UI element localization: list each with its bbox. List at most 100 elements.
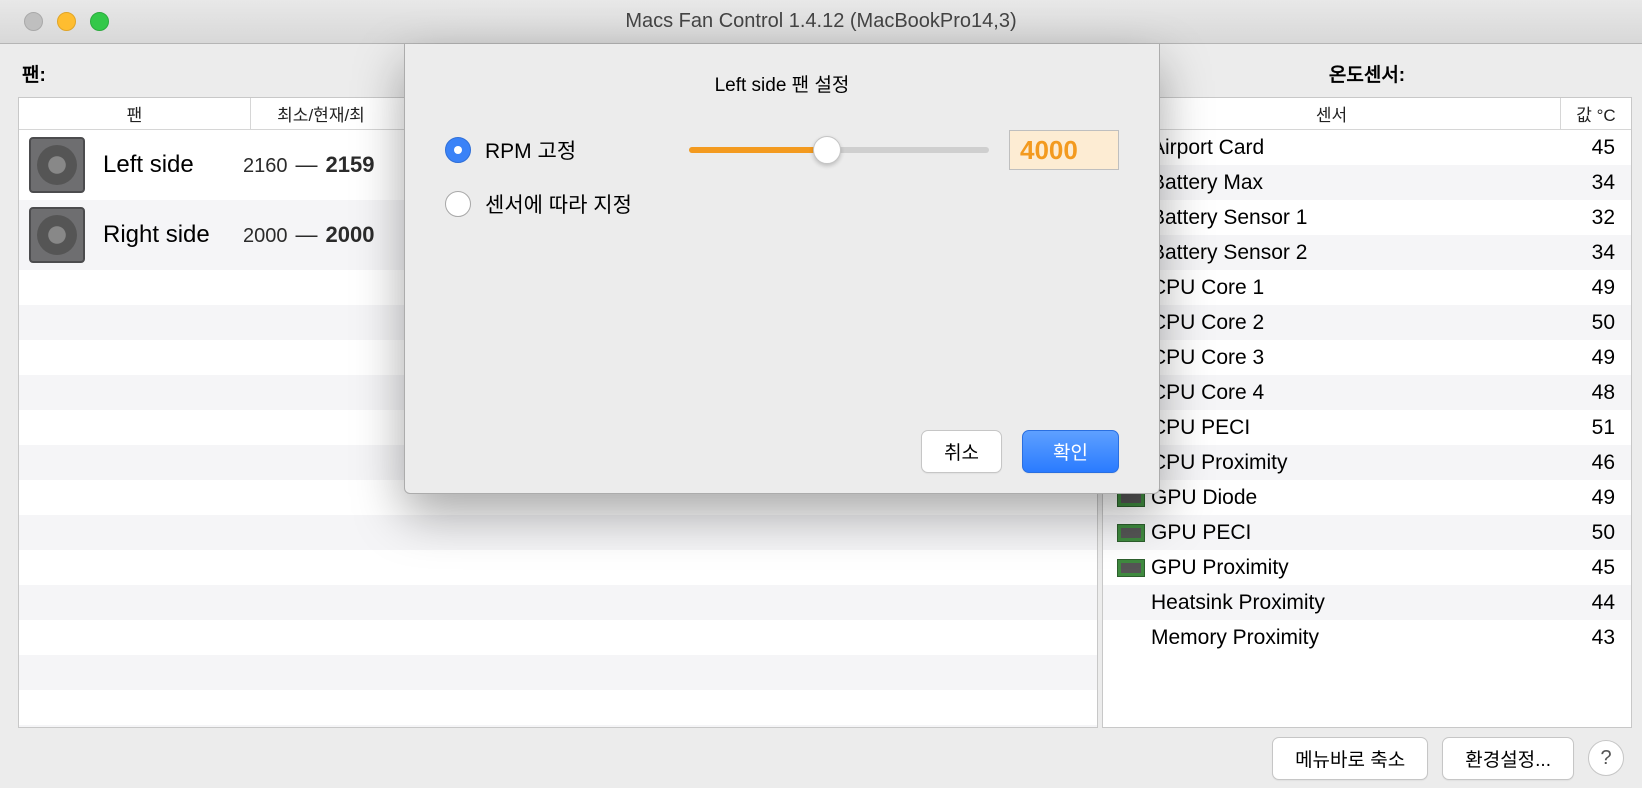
sensor-row[interactable]: CPU Core 250 (1103, 305, 1631, 340)
sensor-value: 44 (1561, 591, 1621, 615)
dialog-footer: 취소 확인 (445, 430, 1119, 473)
empty-row (19, 620, 1097, 655)
sensor-based-radio[interactable] (445, 191, 471, 217)
value-column-header[interactable]: 값 °C (1561, 98, 1631, 129)
fan-min: 2160 (243, 155, 288, 178)
sensor-name: GPU Diode (1151, 486, 1561, 510)
sensor-name: CPU Core 3 (1151, 346, 1561, 370)
sensor-value: 48 (1561, 381, 1621, 405)
slider-fill (689, 147, 827, 153)
sensor-name: Heatsink Proximity (1151, 591, 1561, 615)
sensor-value: 45 (1561, 136, 1621, 160)
sensor-name: Battery Max (1151, 171, 1561, 195)
stats-column-header[interactable]: 최소/현재/최 (251, 98, 391, 129)
sensor-name: Memory Proximity (1151, 626, 1561, 650)
sensors-pane: 온도센서: 센서 값 °C Airport Card45Battery Max3… (1098, 44, 1642, 728)
sensor-name: CPU Core 2 (1151, 311, 1561, 335)
fan-name: Left side (103, 151, 243, 179)
sensor-row[interactable]: CPU Core 448 (1103, 375, 1631, 410)
fan-column-header[interactable]: 팬 (19, 98, 251, 129)
window-title: Macs Fan Control 1.4.12 (MacBookPro14,3) (0, 10, 1642, 33)
fixed-rpm-radio[interactable] (445, 137, 471, 163)
dialog-title: Left side 팬 설정 (445, 70, 1119, 97)
sensor-row[interactable]: Battery Sensor 234 (1103, 235, 1631, 270)
fan-min: 2000 (243, 225, 288, 248)
slider-thumb[interactable] (813, 136, 841, 164)
fan-stats: 2000—2000 (243, 222, 374, 248)
gpu-chip-icon (1117, 559, 1145, 577)
empty-row (19, 550, 1097, 585)
sensor-name: Airport Card (1151, 136, 1561, 160)
cancel-button[interactable]: 취소 (921, 430, 1002, 473)
sensors-table: 센서 값 °C Airport Card45Battery Max34Batte… (1102, 97, 1632, 728)
sensor-based-row: 센서에 따라 지정 (445, 177, 1119, 231)
sensor-value: 32 (1561, 206, 1621, 230)
fan-icon (29, 207, 85, 263)
fan-current: 2159 (326, 152, 375, 178)
empty-row (19, 585, 1097, 620)
sensor-value: 51 (1561, 416, 1621, 440)
sensor-icon-slot (1111, 559, 1151, 577)
close-window-icon[interactable] (24, 12, 43, 31)
sensor-value: 34 (1561, 171, 1621, 195)
sensor-value: 46 (1561, 451, 1621, 475)
fan-current: 2000 (326, 222, 375, 248)
sensors-table-body[interactable]: Airport Card45Battery Max34Battery Senso… (1103, 130, 1631, 727)
fan-name: Right side (103, 221, 243, 249)
fan-settings-dialog: Left side 팬 설정 RPM 고정 센서에 따라 지정 취소 확인 (404, 44, 1160, 494)
empty-row (19, 725, 1097, 727)
preferences-button[interactable]: 환경설정... (1442, 737, 1574, 780)
sensor-name: CPU Core 4 (1151, 381, 1561, 405)
sensor-row[interactable]: Airport Card45 (1103, 130, 1631, 165)
fan-stats: 2160—2159 (243, 152, 374, 178)
sensor-name: CPU Proximity (1151, 451, 1561, 475)
sensor-name: Battery Sensor 1 (1151, 206, 1561, 230)
traffic-lights (0, 12, 109, 31)
sensor-value: 49 (1561, 276, 1621, 300)
sensor-row[interactable]: CPU PECI51 (1103, 410, 1631, 445)
sensor-value: 49 (1561, 486, 1621, 510)
empty-row (19, 690, 1097, 725)
sensor-value: 50 (1561, 521, 1621, 545)
sensor-row[interactable]: Battery Sensor 132 (1103, 200, 1631, 235)
bottom-toolbar: 메뉴바로 축소 환경설정... ? (0, 728, 1642, 788)
sensor-row[interactable]: GPU PECI50 (1103, 515, 1631, 550)
sensor-row[interactable]: CPU Core 349 (1103, 340, 1631, 375)
sensor-based-label: 센서에 따라 지정 (485, 189, 632, 219)
sensor-name: CPU PECI (1151, 416, 1561, 440)
fan-icon (29, 137, 85, 193)
sensor-value: 49 (1561, 346, 1621, 370)
fixed-rpm-label: RPM 고정 (485, 135, 576, 165)
sensor-row[interactable]: GPU Proximity45 (1103, 550, 1631, 585)
sensor-name: Battery Sensor 2 (1151, 241, 1561, 265)
sensor-row[interactable]: CPU Core 149 (1103, 270, 1631, 305)
empty-row (19, 655, 1097, 690)
gpu-chip-icon (1117, 524, 1145, 542)
rpm-slider[interactable] (689, 147, 989, 153)
sensor-value: 34 (1561, 241, 1621, 265)
sensor-row[interactable]: Memory Proximity43 (1103, 620, 1631, 655)
empty-row (19, 515, 1097, 550)
sensors-label: 온도센서: (1102, 54, 1632, 97)
sensor-value: 43 (1561, 626, 1621, 650)
sensors-table-header: 센서 값 °C (1103, 98, 1631, 130)
sensor-name: GPU Proximity (1151, 556, 1561, 580)
ok-button[interactable]: 확인 (1022, 430, 1119, 473)
rpm-controls (689, 130, 1119, 170)
maximize-window-icon[interactable] (90, 12, 109, 31)
sensor-value: 50 (1561, 311, 1621, 335)
sensor-row[interactable]: GPU Diode49 (1103, 480, 1631, 515)
sensor-row[interactable]: Heatsink Proximity44 (1103, 585, 1631, 620)
sensor-name: GPU PECI (1151, 521, 1561, 545)
help-button[interactable]: ? (1588, 740, 1624, 776)
collapse-menubar-button[interactable]: 메뉴바로 축소 (1272, 737, 1428, 780)
fixed-rpm-row: RPM 고정 (445, 123, 1119, 177)
sensor-name: CPU Core 1 (1151, 276, 1561, 300)
sensor-value: 45 (1561, 556, 1621, 580)
rpm-input[interactable] (1009, 130, 1119, 170)
sensor-column-header[interactable]: 센서 (1103, 98, 1561, 129)
sensor-row[interactable]: Battery Max34 (1103, 165, 1631, 200)
minimize-window-icon[interactable] (57, 12, 76, 31)
sensor-row[interactable]: CPU Proximity46 (1103, 445, 1631, 480)
sensor-icon-slot (1111, 524, 1151, 542)
